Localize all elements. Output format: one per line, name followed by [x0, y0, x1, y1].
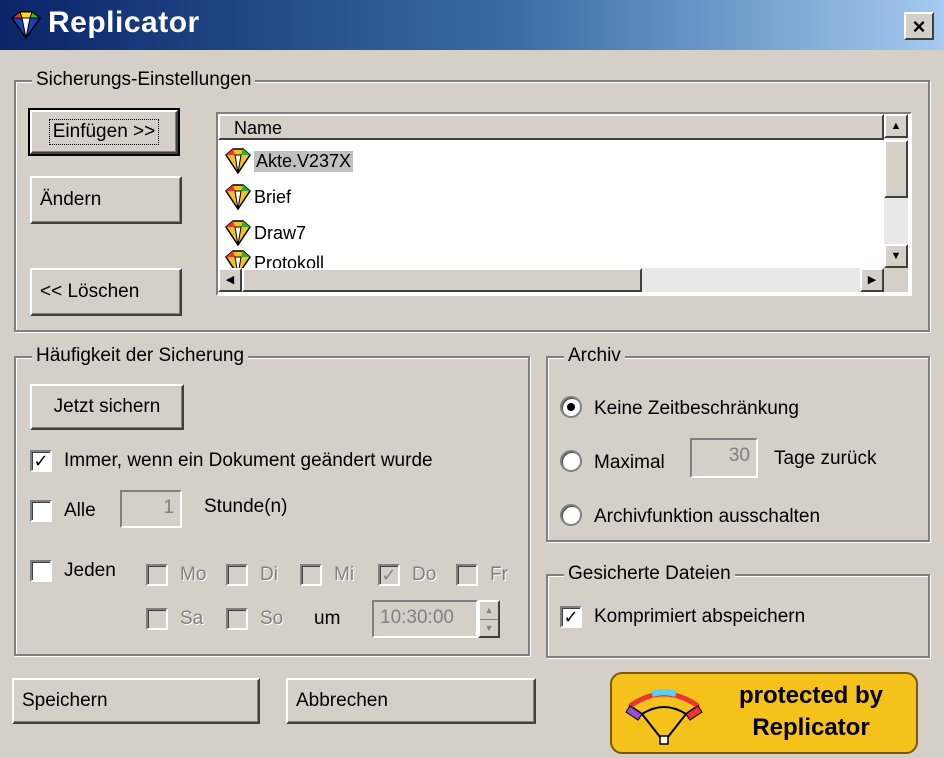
replicator-diamond-icon — [225, 220, 251, 247]
replicator-app-icon — [10, 11, 42, 40]
time-field[interactable]: 10:30:00 — [372, 600, 478, 638]
compress-label: Komprimiert abspeichern — [594, 606, 806, 627]
cancel-button[interactable]: Abbrechen — [286, 678, 536, 724]
vertical-scrollbar[interactable]: ▲ ▼ — [884, 114, 908, 268]
day-label-mi: Mi — [334, 564, 355, 585]
vertical-scroll-thumb[interactable] — [884, 140, 908, 198]
every-unit-label: Stunde(n) — [204, 496, 288, 517]
backup-settings-label: Sicherungs-Einstellungen — [32, 69, 256, 91]
scroll-right-arrow-icon[interactable]: ▶ — [860, 268, 884, 292]
each-checkbox[interactable] — [30, 560, 52, 582]
list-item[interactable]: Brief — [224, 180, 291, 214]
each-label: Jeden — [64, 560, 116, 581]
every-hours-field[interactable]: 1 — [120, 490, 182, 528]
saved-files-label: Gesicherte Dateien — [564, 563, 735, 585]
backup-now-button[interactable]: Jetzt sichern — [30, 384, 184, 430]
horizontal-scrollbar[interactable]: ◀ ▶ — [218, 268, 884, 292]
day-label-sa: Sa — [180, 608, 204, 629]
always-label: Immer, wenn ein Dokument geändert wurde — [64, 450, 433, 471]
day-checkbox-mi[interactable] — [300, 564, 322, 586]
scroll-down-arrow-icon[interactable]: ▼ — [884, 244, 908, 268]
list-item-label: Draw7 — [254, 222, 307, 243]
spin-down-arrow-icon[interactable]: ▼ — [480, 619, 498, 636]
day-label-so: So — [260, 608, 284, 629]
day-checkbox-so[interactable] — [226, 608, 248, 630]
badge-text: protected by Replicator — [708, 680, 914, 744]
archive-label: Archiv — [564, 345, 625, 367]
insert-button-label: Einfügen >> — [48, 119, 160, 145]
scroll-corner — [884, 268, 908, 292]
backup-list[interactable]: Name Akte.V237X Brief Draw7 Protokoll ▲ … — [216, 112, 912, 296]
radio-selected-dot — [567, 403, 575, 411]
list-item[interactable]: Draw7 — [224, 216, 306, 250]
days-back-label: Tage zurück — [774, 448, 877, 469]
title-bar: Replicator × — [0, 0, 944, 50]
day-checkbox-di[interactable] — [226, 564, 248, 586]
day-label-mo: Mo — [180, 564, 207, 585]
day-checkbox-mo[interactable] — [146, 564, 168, 586]
list-item[interactable]: Akte.V237X — [224, 144, 354, 178]
time-spinner[interactable]: ▲ ▼ — [478, 600, 500, 638]
day-label-do: Do — [412, 564, 437, 585]
at-label: um — [314, 608, 341, 629]
every-label: Alle — [64, 500, 96, 521]
list-item-label: Akte.V237X — [254, 150, 354, 172]
save-button[interactable]: Speichern — [12, 678, 260, 724]
radio-unlimited[interactable] — [560, 396, 582, 418]
radio-disable[interactable] — [560, 504, 582, 526]
scroll-left-arrow-icon[interactable]: ◀ — [218, 268, 242, 292]
close-button[interactable]: × — [904, 12, 934, 40]
always-checkbox[interactable]: ✓ — [30, 450, 52, 472]
radio-maximal-label: Maximal — [594, 452, 665, 473]
every-checkbox[interactable] — [30, 500, 52, 522]
insert-button[interactable]: Einfügen >> — [28, 108, 180, 156]
radio-maximal[interactable] — [560, 450, 582, 472]
list-item-label: Brief — [254, 186, 292, 207]
radio-disable-label: Archivfunktion ausschalten — [594, 506, 821, 527]
day-label-di: Di — [260, 564, 278, 585]
horizontal-scroll-thumb[interactable] — [242, 268, 642, 292]
day-checkbox-do[interactable]: ✓ — [378, 564, 400, 586]
scroll-up-arrow-icon[interactable]: ▲ — [884, 114, 908, 138]
column-header-name[interactable]: Name — [218, 114, 884, 140]
edit-button[interactable]: Ändern — [30, 176, 182, 224]
archive-days-field[interactable]: 30 — [690, 438, 758, 478]
badge-line-1: protected by — [738, 682, 884, 709]
replicator-logo-icon — [625, 689, 703, 745]
compress-checkbox[interactable]: ✓ — [560, 606, 582, 628]
radio-unlimited-label: Keine Zeitbeschränkung — [594, 398, 799, 419]
protected-by-badge: protected by Replicator — [610, 672, 918, 754]
day-checkbox-sa[interactable] — [146, 608, 168, 630]
day-label-fr: Fr — [490, 564, 508, 585]
day-checkbox-fr[interactable] — [456, 564, 478, 586]
replicator-diamond-icon — [225, 184, 251, 211]
badge-line-2: Replicator — [752, 714, 870, 741]
replicator-diamond-icon — [225, 148, 251, 175]
delete-button[interactable]: << Löschen — [30, 268, 182, 316]
frequency-label: Häufigkeit der Sicherung — [32, 345, 249, 367]
spin-up-arrow-icon[interactable]: ▲ — [480, 602, 498, 619]
window-title: Replicator — [48, 6, 200, 39]
